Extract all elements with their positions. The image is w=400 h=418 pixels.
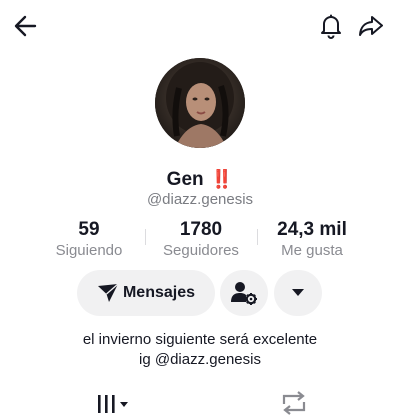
notifications-button[interactable] (315, 10, 347, 42)
following-stat[interactable]: 59 Siguiendo (34, 219, 144, 260)
username-handle: @diazz.genesis (146, 191, 254, 208)
bio-line[interactable]: ig @diazz.genesis (0, 350, 400, 370)
tab-videos[interactable] (95, 390, 131, 416)
repost-icon (282, 391, 306, 415)
bio-line: el invierno siguiente será excelente (82, 331, 318, 348)
profile-actions: Mensajes (0, 270, 400, 318)
likes-count: 24,3 mil (277, 219, 347, 240)
content-tabs (0, 388, 400, 418)
caret-down-icon (292, 289, 304, 296)
top-bar (0, 0, 400, 52)
message-button[interactable]: Mensajes (77, 270, 215, 316)
followers-stat[interactable]: 1780 Seguidores (146, 219, 256, 260)
person-gear-icon (231, 282, 257, 305)
likes-label: Me gusta (281, 242, 343, 259)
following-label: Siguiendo (55, 242, 123, 259)
profile-stats: 59 Siguiendo 1780 Seguidores 24,3 mil Me… (20, 219, 380, 263)
double-exclamation-emoji: ‼️ (210, 169, 234, 189)
share-button[interactable] (355, 10, 387, 42)
display-name: Gen (166, 169, 204, 190)
avatar[interactable] (155, 58, 245, 148)
profile-photo (155, 58, 245, 148)
back-button[interactable] (10, 10, 42, 42)
add-friend-button[interactable] (220, 270, 268, 316)
grid-bars-icon (98, 395, 128, 413)
share-arrow-icon (359, 16, 383, 36)
followers-count: 1780 (179, 219, 223, 240)
paper-plane-icon (97, 283, 119, 302)
tab-reposts[interactable] (276, 390, 312, 416)
bell-icon (321, 14, 341, 39)
following-count: 59 (78, 219, 100, 240)
profile-name: Gen ‼️ (0, 168, 400, 191)
more-options-dropdown[interactable] (274, 270, 322, 316)
message-button-label: Mensajes (122, 284, 196, 301)
followers-label: Seguidores (163, 242, 239, 259)
profile-bio: el invierno siguiente será excelente ig … (0, 330, 400, 370)
likes-stat[interactable]: 24,3 mil Me gusta (257, 219, 367, 260)
arrow-left-icon (14, 15, 37, 37)
